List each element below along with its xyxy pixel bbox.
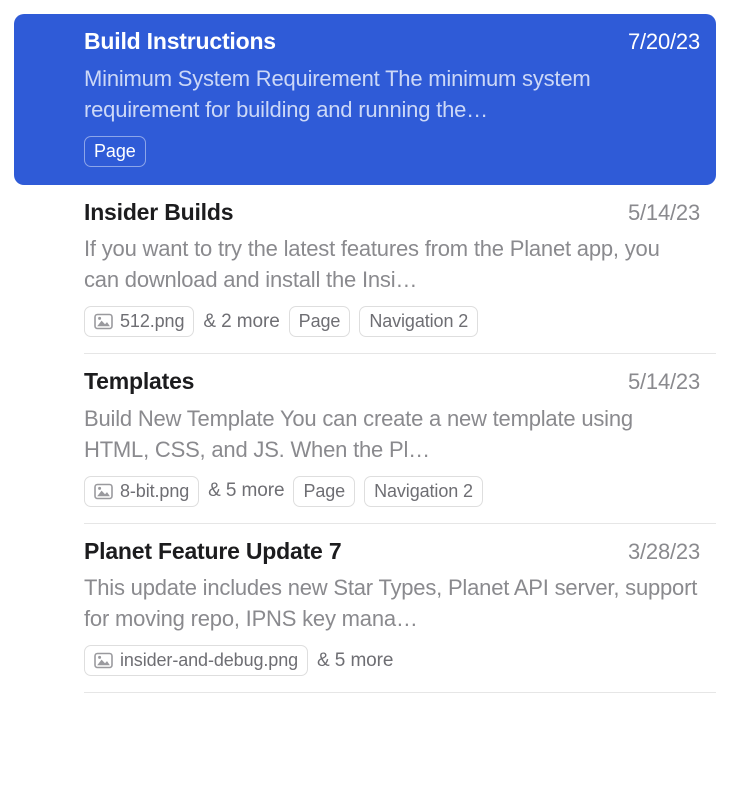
result-date: 5/14/23 <box>627 199 700 225</box>
result-tags: Page <box>84 135 700 167</box>
result-date: 3/28/23 <box>627 538 700 564</box>
result-tags: 8-bit.png & 5 more Page Navigation 2 <box>84 475 700 507</box>
image-icon <box>94 313 113 330</box>
attachment-tag[interactable]: insider-and-debug.png <box>84 645 309 677</box>
category-tag[interactable]: Page <box>293 475 356 507</box>
result-tags: insider-and-debug.png & 5 more <box>84 645 700 677</box>
result-snippet: If you want to try the latest features f… <box>84 236 660 293</box>
result-title: Build Instructions <box>84 28 276 54</box>
result-date: 7/20/23 <box>627 29 700 54</box>
result-snippet: Build New Template You can create a new … <box>84 405 633 462</box>
result-item[interactable]: Templates 5/14/23 Build New Template You c… <box>14 354 716 523</box>
attachment-name: insider-and-debug.png <box>120 650 299 671</box>
attachment-more-count: & 5 more <box>208 480 285 502</box>
attachment-more-count: & 5 more <box>317 649 394 671</box>
attachment-name: 512.png <box>120 311 185 332</box>
image-icon <box>94 653 113 669</box>
category-tag[interactable]: Navigation 2 <box>359 306 479 338</box>
image-icon <box>94 483 113 500</box>
category-tag[interactable]: Navigation 2 <box>364 475 483 507</box>
result-date: 5/14/23 <box>627 369 700 395</box>
result-header: Build Instructions 7/20/23 <box>84 28 700 56</box>
category-tag[interactable]: Page <box>288 306 351 338</box>
result-item[interactable]: Insider Builds 5/14/23 If you want to try … <box>14 185 716 354</box>
attachment-tag[interactable]: 512.png <box>84 306 195 338</box>
attachment-more-count: & 2 more <box>203 310 280 332</box>
list-divider <box>84 692 716 694</box>
result-snippet: This update includes new Star Types, Pla… <box>84 575 698 632</box>
result-snippet: Minimum System Requirement The minimum s… <box>84 65 591 122</box>
result-tags: 512.png & 2 more Page Navigation 2 <box>84 306 700 338</box>
category-tag[interactable]: Page <box>84 135 146 167</box>
result-title: Insider Builds <box>84 198 234 225</box>
search-results-list: Build Instructions 7/20/23 Minimum System … <box>0 0 730 694</box>
attachment-name: 8-bit.png <box>120 480 190 501</box>
result-title: Planet Feature Update 7 <box>84 537 342 564</box>
result-title: Templates <box>84 368 195 395</box>
result-header: Templates 5/14/23 <box>84 368 700 396</box>
attachment-tag[interactable]: 8-bit.png <box>84 475 200 507</box>
result-item[interactable]: Planet Feature Update 7 3/28/23 This updat… <box>14 524 716 693</box>
result-header: Insider Builds 5/14/23 <box>84 199 700 227</box>
result-item[interactable]: Build Instructions 7/20/23 Minimum System … <box>14 14 716 185</box>
result-header: Planet Feature Update 7 3/28/23 <box>84 538 700 566</box>
